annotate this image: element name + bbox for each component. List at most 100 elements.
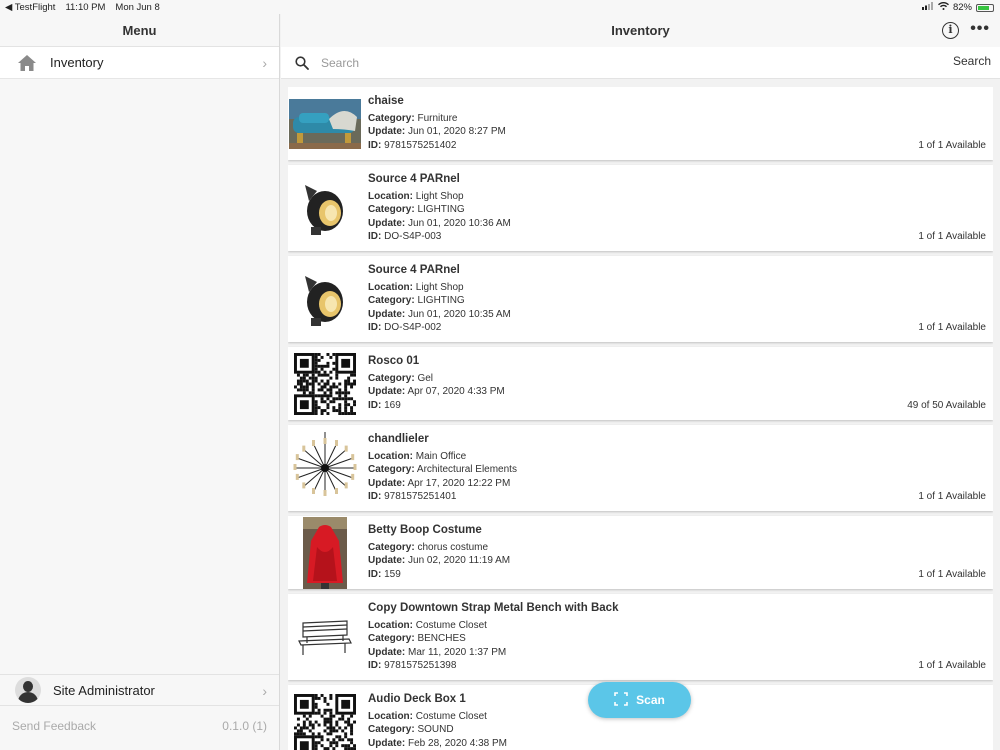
list-item[interactable]: Betty Boop Costume Category: chorus costu… xyxy=(288,516,993,589)
item-field-value: Jun 01, 2020 8:27 PM xyxy=(405,126,506,138)
item-field: Update: Jun 01, 2020 10:36 AM xyxy=(368,217,511,230)
item-field: ID: DO-S4P-003 xyxy=(368,230,511,243)
availability-label: 1 of 1 Available xyxy=(918,660,986,671)
item-field: ID: DO-S4P-002 xyxy=(368,321,511,334)
item-field-label: Location: xyxy=(368,191,413,203)
item-field-label: ID: xyxy=(368,321,382,333)
item-field-value: Furniture xyxy=(414,113,458,125)
item-field-value: 159 xyxy=(381,568,401,580)
item-field: ID: 159 xyxy=(368,568,510,581)
item-name: Rosco 01 xyxy=(368,355,420,367)
scan-frame-icon xyxy=(614,691,628,709)
list-item[interactable]: Source 4 PARnel Location: Light Shop Categ… xyxy=(288,165,993,251)
sidebar-item-inventory[interactable]: Inventory › xyxy=(0,47,279,79)
item-field: ID: 169 xyxy=(368,399,505,412)
item-field-value: Apr 07, 2020 4:33 PM xyxy=(405,386,505,398)
status-time: 11:10 PM xyxy=(65,2,106,13)
scan-button[interactable]: Scan xyxy=(588,682,691,718)
search-icon xyxy=(295,56,309,70)
item-field-value: Jun 01, 2020 10:36 AM xyxy=(405,217,511,229)
send-feedback-link[interactable]: Send Feedback xyxy=(12,719,96,733)
availability-label: 1 of 1 Available xyxy=(918,569,986,580)
item-field-value: LIGHTING xyxy=(414,204,465,216)
search-button[interactable]: Search xyxy=(953,54,991,68)
item-field-value: 169 xyxy=(381,399,401,411)
item-field: Location: Costume Closet xyxy=(368,710,507,723)
item-field-value: SOUND xyxy=(414,724,454,736)
list-item[interactable]: Source 4 PARnel Location: Light Shop Categ… xyxy=(288,256,993,342)
item-field-value: Costume Closet xyxy=(413,711,487,723)
wifi-icon xyxy=(937,2,949,13)
app-version: 0.1.0 (1) xyxy=(222,719,267,733)
item-field-label: ID: xyxy=(368,568,382,580)
search-input[interactable] xyxy=(321,53,901,73)
battery-percent: 82% xyxy=(952,2,972,13)
costume-photo xyxy=(288,516,362,589)
availability-label: 1 of 1 Available xyxy=(918,322,986,333)
item-field: ID: 9781575251401 xyxy=(368,490,517,503)
availability-label: 49 of 50 Available xyxy=(907,400,986,411)
item-details: Betty Boop Costume Category: chorus costu… xyxy=(368,524,510,581)
sidebar-item-site-administrator[interactable]: Site Administrator › xyxy=(0,674,279,706)
item-field-value: Costume Closet xyxy=(413,620,487,632)
sidebar-item-label: Inventory xyxy=(50,55,104,70)
item-details: Source 4 PARnel Location: Light Shop Categ… xyxy=(368,264,511,334)
item-field-value: chorus costume xyxy=(414,542,489,554)
availability-label: 1 of 1 Available xyxy=(918,231,986,242)
item-details: chaise Category: Furniture Update: Jun 01,… xyxy=(368,95,506,152)
item-name: Source 4 PARnel xyxy=(368,173,460,185)
item-field-value: DO-S4P-003 xyxy=(381,230,442,242)
item-field-label: Location: xyxy=(368,451,413,463)
list-item[interactable]: Rosco 01 Category: Gel Update: Apr 07, 202… xyxy=(288,347,993,420)
user-name: Site Administrator xyxy=(53,682,155,698)
item-field-label: ID: xyxy=(368,139,382,151)
item-details: Copy Downtown Strap Metal Bench with Bac… xyxy=(368,602,618,672)
item-field-label: Category: xyxy=(368,542,415,554)
item-field-value: Jun 02, 2020 11:19 AM xyxy=(405,555,511,567)
list-item[interactable]: Copy Downtown Strap Metal Bench with Bac… xyxy=(288,594,993,680)
status-bar: ◀ TestFlight 11:10 PM Mon Jun 8 82% xyxy=(0,0,1000,14)
item-name: chaise xyxy=(368,95,404,107)
item-field-label: Location: xyxy=(368,620,413,632)
item-field: Category: BENCHES xyxy=(368,632,618,645)
more-options-icon[interactable]: ••• xyxy=(970,20,990,38)
item-field-value: DO-S4P-002 xyxy=(381,321,442,333)
item-field-value: Architectural Elements xyxy=(414,464,517,476)
item-field-label: ID: xyxy=(368,399,382,411)
item-field-label: Category: xyxy=(368,633,415,645)
availability-label: 1 of 1 Available xyxy=(918,491,986,502)
sidebar-title: Menu xyxy=(0,14,279,47)
home-icon xyxy=(16,54,38,72)
item-field-label: Location: xyxy=(368,282,413,294)
item-field-label: Update: xyxy=(368,737,406,749)
item-field-value: Mar 11, 2020 1:37 PM xyxy=(405,646,507,658)
item-field-value: BENCHES xyxy=(414,633,466,645)
item-field-label: Category: xyxy=(368,464,415,476)
item-field-value: Gel xyxy=(414,373,434,385)
item-details: Source 4 PARnel Location: Light Shop Categ… xyxy=(368,173,511,243)
spotlight-photo xyxy=(288,256,362,342)
item-field-label: Category: xyxy=(368,113,415,125)
item-field-label: Update: xyxy=(368,217,406,229)
item-field: Category: LIGHTING xyxy=(368,203,511,216)
item-field: Update: Jun 01, 2020 10:35 AM xyxy=(368,308,511,321)
item-field-label: Category: xyxy=(368,204,415,216)
item-field: Update: Apr 17, 2020 12:22 PM xyxy=(368,477,517,490)
item-field-value: 9781575251398 xyxy=(381,659,457,671)
availability-label: 1 of 1 Available xyxy=(918,140,986,151)
sidebar-footer: Send Feedback 0.1.0 (1) xyxy=(0,711,279,741)
info-icon[interactable]: i xyxy=(942,22,959,39)
item-details: Rosco 01 Category: Gel Update: Apr 07, 202… xyxy=(368,355,505,412)
status-date: Mon Jun 8 xyxy=(115,2,160,13)
item-field-value: Apr 17, 2020 12:22 PM xyxy=(405,477,511,489)
list-item[interactable]: chandlieler Location: Main Office Category… xyxy=(288,425,993,511)
item-details: chandlieler Location: Main Office Category… xyxy=(368,433,517,503)
battery-icon xyxy=(976,3,994,12)
item-name: Betty Boop Costume xyxy=(368,524,482,536)
inventory-list: chaise Category: Furniture Update: Jun 01,… xyxy=(288,87,993,750)
list-item[interactable]: chaise Category: Furniture Update: Jun 01,… xyxy=(288,87,993,160)
item-field-label: ID: xyxy=(368,490,382,502)
item-field: Update: Apr 07, 2020 4:33 PM xyxy=(368,385,505,398)
chevron-right-icon: › xyxy=(262,55,267,71)
item-field-value: 9781575251402 xyxy=(381,139,457,151)
